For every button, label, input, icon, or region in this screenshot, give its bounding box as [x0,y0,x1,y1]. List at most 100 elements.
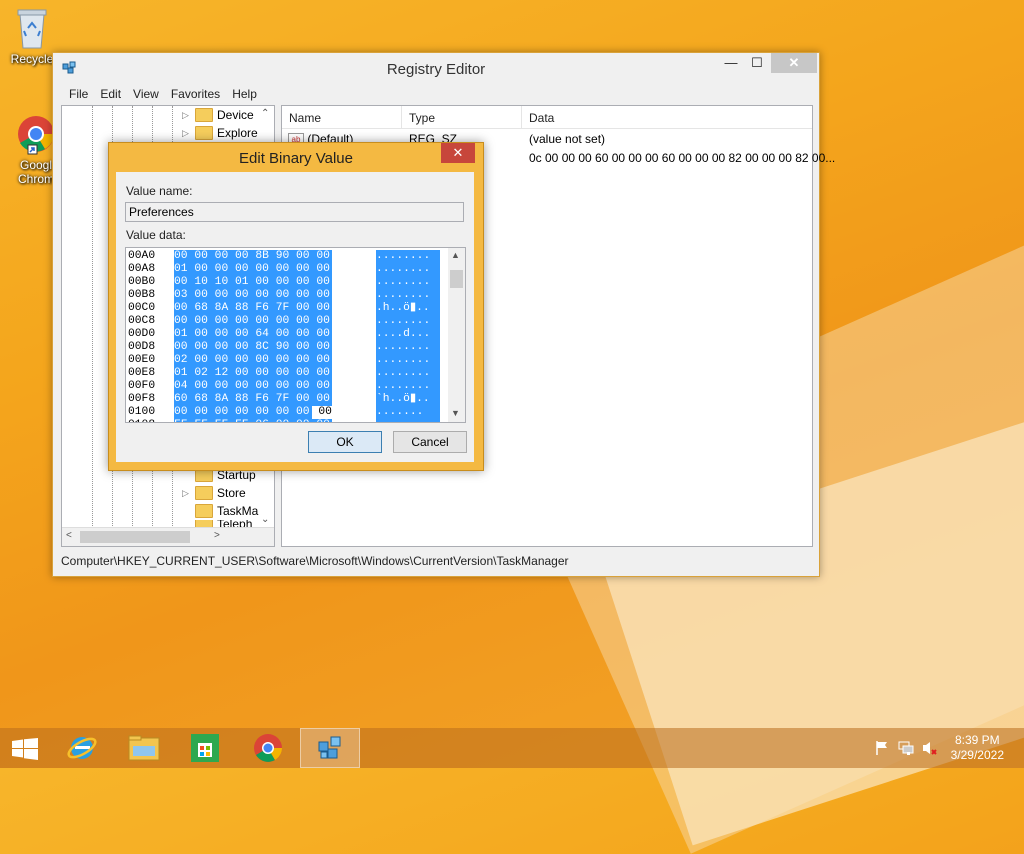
hex-offset: 00B8 [128,289,156,301]
hex-ascii[interactable]: ........ [376,354,440,367]
hex-ascii[interactable]: .h..ö▮.. [376,302,440,315]
menu-edit[interactable]: Edit [94,83,127,105]
hex-offset: 00E0 [128,354,156,366]
clock-time: 8:39 PM [954,733,1000,747]
hex-cursor-byte[interactable]: 00 [318,406,332,418]
vertical-scrollbar[interactable]: ▲ ▼ [448,248,465,422]
value-name-field[interactable]: Preferences [125,202,464,222]
hex-bytes[interactable]: 03 00 00 00 00 00 00 00 [174,289,332,302]
hex-ascii[interactable]: ........ [376,341,440,354]
windows-logo-icon [12,738,38,760]
horizontal-scrollbar[interactable]: < > [62,527,274,546]
menu-favorites[interactable]: Favorites [165,83,226,105]
hex-row[interactable]: 00A0 00 00 00 00 8B 90 00 00........ [128,250,440,263]
volume-muted-icon[interactable] [922,740,938,756]
hex-ascii[interactable]: ........ [376,250,440,263]
hex-row[interactable]: 00E0 02 00 00 00 00 00 00 00........ [128,354,440,367]
scroll-up-arrow[interactable]: ▲ [451,250,460,260]
hex-bytes[interactable]: 00 00 00 00 8B 90 00 00 [174,250,332,263]
store-button[interactable] [176,728,236,768]
tree-item-device[interactable]: ▷ Device [182,106,254,124]
scroll-left-arrow[interactable]: < [66,530,72,541]
folder-icon [195,504,213,518]
file-explorer-button[interactable] [114,728,174,768]
tree-item-explorer[interactable]: ▷ Explore [182,124,258,142]
network-icon[interactable] [898,740,914,756]
hex-ascii[interactable]: ........ [376,380,440,393]
column-data[interactable]: Data [522,106,799,128]
binary-data-editor[interactable]: 0108FF FF FF FF 06 00 00 00........01000… [125,247,466,423]
expand-icon[interactable]: ▷ [182,488,192,499]
menu-help[interactable]: Help [226,83,263,105]
hex-ascii[interactable]: ........ [376,276,440,289]
hex-row[interactable]: 00D0 01 00 00 00 64 00 00 00 ....d... [128,328,440,341]
tree-item-store[interactable]: ▷ Store [182,484,246,502]
scroll-thumb[interactable] [80,531,190,543]
hex-bytes[interactable]: FF FF FF FF 06 00 00 00 [174,419,332,422]
hex-bytes[interactable]: 04 00 00 00 00 00 00 00 [174,380,332,393]
hex-ascii[interactable]: ....... [376,406,440,419]
hex-ascii[interactable]: ........ [376,315,440,328]
hex-row[interactable]: 00C0 00 68 8A 88 F6 7F 00 00 .h..ö▮.. [128,302,440,315]
hex-row[interactable]: 00C8 00 00 00 00 00 00 00 00........ [128,315,440,328]
hex-ascii[interactable]: ........ [376,263,440,276]
ok-button[interactable]: OK [308,431,382,453]
hex-bytes[interactable]: 00 10 10 01 00 00 00 00 [174,276,332,289]
dialog-body: Value name: Preferences Value data: 0108… [116,172,474,462]
hex-row[interactable]: 00F8 60 68 8A 88 F6 7F 00 00 `h..ö▮.. [128,393,440,406]
tree-item-taskmanager[interactable]: TaskMa [182,502,258,520]
hex-bytes[interactable]: 00 00 00 00 8C 90 00 00 [174,341,332,354]
hex-ascii[interactable]: ........ [376,419,440,422]
minimize-button[interactable]: — [717,53,745,73]
internet-explorer-button[interactable] [52,728,112,768]
hex-bytes[interactable]: 02 00 00 00 00 00 00 00 [174,354,332,367]
hex-offset: 00B0 [128,276,156,288]
hex-bytes[interactable]: 01 00 00 00 00 00 00 00 [174,263,332,276]
dialog-close-button[interactable]: ✕ [441,143,475,163]
scroll-right-arrow[interactable]: > [214,530,220,541]
hex-row[interactable]: 00D8 00 00 00 00 8C 90 00 00........ [128,341,440,354]
scroll-thumb[interactable] [450,270,463,288]
start-button[interactable] [0,728,50,768]
menu-view[interactable]: View [127,83,165,105]
list-item-data: (value not set) [529,132,606,146]
hex-row[interactable]: 0108FF FF FF FF 06 00 00 00........ [128,419,440,422]
hex-bytes[interactable]: 01 02 12 00 00 00 00 00 [174,367,332,380]
expand-icon[interactable]: ▷ [182,110,192,121]
maximize-button[interactable]: ☐ [743,53,771,73]
hex-ascii[interactable]: ....d... [376,328,440,341]
scroll-down-arrow[interactable]: ▼ [451,408,460,418]
cancel-button[interactable]: Cancel [393,431,467,453]
menu-file[interactable]: File [63,83,94,105]
hex-offset: 0100 [128,406,156,418]
hex-bytes[interactable]: 00 68 8A 88 F6 7F 00 00 [174,302,332,315]
title-bar[interactable]: Registry Editor — ☐ ✕ [53,53,819,83]
chrome-button[interactable] [238,728,298,768]
hex-ascii[interactable]: ........ [376,367,440,380]
expand-icon[interactable]: ▷ [182,128,192,139]
hex-bytes[interactable]: 01 00 00 00 64 00 00 00 [174,328,332,341]
hex-row[interactable]: 00A8 01 00 00 00 00 00 00 00........ [128,263,440,276]
action-center-flag-icon[interactable] [874,740,890,756]
scroll-down-arrow[interactable]: ⌄ [261,514,269,525]
hex-ascii[interactable]: ........ [376,289,440,302]
hex-ascii[interactable]: `h..ö▮.. [376,393,440,406]
close-button[interactable]: ✕ [771,53,817,73]
scroll-up-arrow[interactable]: ⌃ [261,108,269,119]
hex-bytes[interactable]: 00 00 00 00 00 00 00 [174,406,312,419]
hex-row[interactable]: 00F0 04 00 00 00 00 00 00 00........ [128,380,440,393]
hex-bytes[interactable]: 00 00 00 00 00 00 00 00 [174,315,332,328]
column-type[interactable]: Type [402,106,522,128]
hex-row[interactable]: 0100 00 00 00 00 00 00 00 00....... [128,406,440,419]
hex-row[interactable]: 00B8 03 00 00 00 00 00 00 00........ [128,289,440,302]
clock-date: 3/29/2022 [950,748,1004,762]
hex-offset: 00F0 [128,380,156,392]
registry-editor-button[interactable] [300,728,360,768]
hex-offset: 00A8 [128,263,156,275]
hex-bytes[interactable]: 60 68 8A 88 F6 7F 00 00 [174,393,332,406]
column-name[interactable]: Name [282,106,402,128]
hex-row[interactable]: 00B0 00 10 10 01 00 00 00 00........ [128,276,440,289]
system-clock[interactable]: 8:39 PM 3/29/2022 [951,733,1004,763]
hex-row[interactable]: 00E8 01 02 12 00 00 00 00 00........ [128,367,440,380]
folder-icon [195,486,213,500]
